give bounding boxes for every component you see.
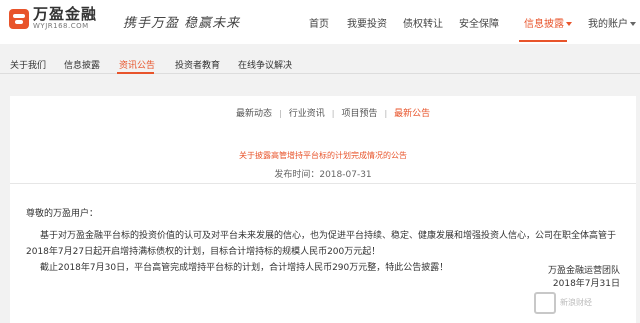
main-nav: 首页 我要投资 债权转让 安全保障 信息披露 我的账户 [305, 15, 640, 30]
watermark-text: 新浪财经 [560, 298, 592, 307]
watermark: 新浪财经 [534, 286, 634, 320]
nav-disclosure-label: 信息披露 [524, 19, 564, 30]
logo[interactable]: 万盈金融 WYJR168.COM [9, 6, 97, 31]
tab-project-preview[interactable]: 项目预告 [341, 109, 377, 119]
nav-account-label: 我的账户 [588, 19, 628, 30]
signature-org: 万盈金融运营团队 [547, 266, 620, 276]
tab-industry-news[interactable]: 行业资讯 [289, 109, 325, 119]
chevron-down-icon [566, 22, 572, 26]
logo-icon [9, 8, 29, 29]
subnav-investor-education[interactable]: 投资者教育 [175, 58, 220, 71]
subnav-active-underline [117, 72, 154, 74]
nav-debt-transfer[interactable]: 债权转让 [403, 15, 443, 30]
nav-security[interactable]: 安全保障 [459, 15, 499, 30]
news-tabs: 最新动态 | 行业资讯 | 项目预告 | 最新公告 [236, 106, 430, 120]
article-paragraph: 基于对万盈金融平台标的投资价值的认可及对平台未来发展的信心，也为促进平台持续、稳… [26, 231, 617, 257]
brand-url: WYJR168.COM [33, 22, 89, 30]
brand-name: 万盈金融 [33, 5, 98, 23]
nav-home[interactable]: 首页 [309, 15, 329, 30]
subnav-dispute-resolution[interactable]: 在线争议解决 [238, 58, 292, 71]
nav-my-account[interactable]: 我的账户 [588, 15, 636, 30]
subnav-announcements[interactable]: 资讯公告 [119, 58, 155, 71]
nav-disclosure[interactable]: 信息披露 [524, 15, 572, 30]
nav-invest[interactable]: 我要投资 [347, 15, 387, 30]
article-title: 关于披露高管增持平台标的计划完成情况的公告 [239, 151, 407, 160]
divider [10, 183, 636, 184]
article-date: 发布时间：2018-07-31 [274, 170, 372, 180]
sub-nav: 关于我们 信息披露 资讯公告 投资者教育 在线争议解决 [0, 56, 640, 74]
tab-latest-announcements[interactable]: 最新公告 [394, 109, 430, 119]
header: 万盈金融 WYJR168.COM 携手万盈 稳赢未来 首页 我要投资 债权转让 … [0, 0, 640, 44]
tab-separator: | [384, 109, 388, 118]
article-greeting: 尊敬的万盈用户： [26, 209, 99, 219]
watermark-icon [534, 292, 556, 314]
nav-active-underline [519, 40, 567, 42]
chevron-down-icon [630, 22, 636, 26]
tab-separator: | [331, 109, 335, 118]
subnav-disclosure[interactable]: 信息披露 [64, 58, 100, 71]
slogan: 携手万盈 稳赢未来 [123, 16, 241, 31]
subnav-about[interactable]: 关于我们 [10, 58, 46, 71]
tab-latest-news[interactable]: 最新动态 [236, 109, 272, 119]
tab-separator: | [279, 109, 282, 118]
